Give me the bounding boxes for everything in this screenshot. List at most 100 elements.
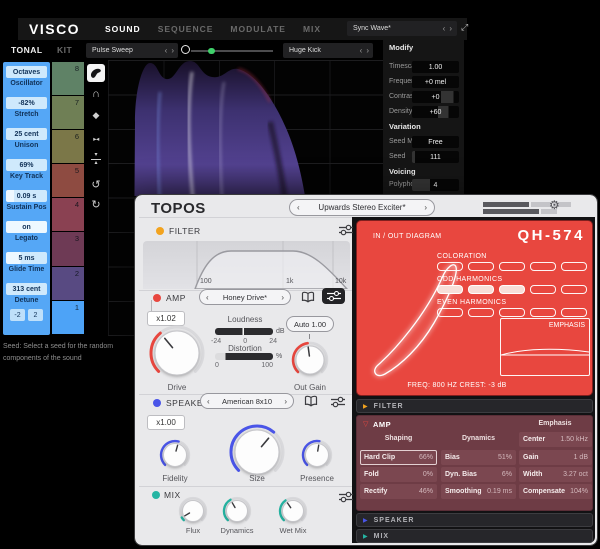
morph-slider-track[interactable] [191,50,273,52]
layer-a-prev-icon[interactable]: ‹ [163,46,170,55]
polyphony-value[interactable]: 4 [412,179,459,191]
glide-time-value[interactable]: 5 ms [6,252,47,264]
octave-up-button[interactable]: 2 [28,309,43,321]
morph-slider-handle[interactable] [181,45,190,54]
center-cell[interactable]: Center 1.50 kHz [519,432,592,447]
emphasis-display[interactable]: EMPHASIS [500,318,590,376]
distortion-slider[interactable] [215,353,273,360]
legato-value[interactable]: on [6,221,47,233]
preset-prev-icon[interactable]: ‹ [441,24,448,33]
drive-knob[interactable] [146,322,208,384]
row-8[interactable]: 8 [52,62,84,95]
flux-knob[interactable] [176,494,210,528]
filter-collapse-bar[interactable]: ▶ FILTER [356,399,593,413]
dynamics-knob[interactable] [220,494,254,528]
fold-cell[interactable]: Fold 0% [360,467,437,482]
speaker-expand-icon[interactable]: ▶ [363,517,368,524]
speaker-status-dot[interactable] [153,399,161,407]
master-preset-select[interactable]: Sync Wave* ‹ › [347,21,457,36]
odd-harmonics-meter[interactable]: ODD HARMONICS [437,276,587,294]
row-4[interactable]: 4 [52,198,84,231]
row-3[interactable]: 3 [52,232,84,265]
layer-b-prev-icon[interactable]: ‹ [358,46,365,55]
brush-tool-button[interactable] [87,64,105,82]
gear-icon[interactable]: ⚙ [549,198,560,212]
tab-tonal[interactable]: TONAL [11,45,43,55]
frequency-value[interactable]: +0 mel [412,76,459,88]
dyn-bias-cell[interactable]: Dyn. Bias 6% [441,467,516,482]
tab-kit[interactable]: KIT [57,45,72,55]
magnet-tool-icon[interactable]: ∩ [87,88,105,100]
stretch-value[interactable]: -82% [6,97,47,109]
topos-preset-select[interactable]: ‹ Upwards Stereo Exciter* › [289,199,435,216]
expand-icon[interactable]: ⤢ [461,22,468,33]
octave-down-button[interactable]: -2 [10,309,25,321]
row-5[interactable]: 5 [52,164,84,197]
unison-value[interactable]: 25 cent [6,128,47,140]
amp-mix-button[interactable] [322,288,345,304]
contrast-value[interactable]: +0 [412,91,459,103]
seed-mode-value[interactable]: Free [412,136,459,148]
amp-library-icon[interactable] [301,291,315,303]
oscillator-value[interactable]: Octaves [6,66,47,78]
key-track-value[interactable]: 69% [6,159,47,171]
sustain-pos-value[interactable]: 0.09 s [6,190,47,202]
hard-clip-cell[interactable]: Hard Clip 66% [360,450,437,465]
amp-status-dot[interactable] [153,294,161,302]
speaker-model-next-icon[interactable]: › [282,397,293,406]
filter-status-dot[interactable] [156,227,164,235]
fidelity-knob[interactable] [157,437,193,473]
wet-mix-knob[interactable] [276,494,310,528]
mix-status-dot[interactable] [152,491,160,499]
density-value[interactable]: +60 [412,106,459,118]
loudness-slider[interactable] [215,328,273,335]
speaker-model-select[interactable]: ‹ American 8x10 › [200,393,294,409]
detune-value[interactable]: 313 cent [6,283,47,295]
mix-collapse-bar[interactable]: ▶ MIX [356,529,593,543]
mix-expand-icon[interactable]: ▶ [363,533,368,540]
row-1[interactable]: 1 [52,301,84,334]
topos-preset-prev-icon[interactable]: ‹ [290,203,302,212]
tab-modulate[interactable]: MODULATE [230,24,286,34]
speaker-library-icon[interactable] [304,395,318,407]
speaker-multiplier-value[interactable]: x1.00 [147,415,185,430]
compensate-cell[interactable]: Compensate 104% [519,484,592,499]
presence-knob[interactable] [299,437,335,473]
speaker-model-prev-icon[interactable]: ‹ [201,397,212,406]
smoothing-cell[interactable]: Smoothing 0.19 ms [441,484,516,499]
horizontal-snap-icon[interactable]: ▸◂ [87,135,105,143]
row-6[interactable]: 6 [52,130,84,163]
speaker-mix-icon[interactable] [330,396,346,408]
filter-curve-display[interactable]: 100 1k 10k [143,241,350,289]
amp-collapse-icon[interactable]: ▽ [363,420,368,428]
seed-value[interactable]: 111 [412,151,459,163]
layer-b-select[interactable]: Huge Kick ‹ › [283,43,373,58]
auto-gain-button[interactable]: Auto 1.00 [286,316,334,332]
redo-icon[interactable]: ↻ [87,198,105,211]
tab-mix[interactable]: MIX [303,24,321,34]
vertical-snap-icon[interactable]: ▾ ▴ [87,153,105,166]
tab-sound[interactable]: SOUND [105,24,141,34]
speaker-collapse-bar[interactable]: ▶ SPEAKER [356,513,593,527]
amp-model-prev-icon[interactable]: ‹ [200,293,211,302]
bias-cell[interactable]: Bias 51% [441,450,516,465]
topos-preset-next-icon[interactable]: › [422,203,434,212]
even-harmonics-meter[interactable]: EVEN HARMONICS [437,299,587,317]
amp-model-next-icon[interactable]: › [279,293,290,302]
mix-mix-icon[interactable] [338,491,354,503]
rectify-cell[interactable]: Rectify 46% [360,484,437,499]
layer-a-next-icon[interactable]: › [169,46,178,55]
row-7[interactable]: 7 [52,96,84,129]
morph-position-dot[interactable] [208,48,215,55]
row-2[interactable]: 2 [52,267,84,300]
coloration-meter[interactable]: COLORATION [437,253,587,271]
tab-sequence[interactable]: SEQUENCE [158,24,214,34]
out-gain-knob[interactable] [288,338,332,382]
amp-model-select[interactable]: ‹ Honey Drive* › [199,289,291,305]
width-cell[interactable]: Width 3.27 oct [519,467,592,482]
undo-icon[interactable]: ↺ [87,178,105,191]
preset-next-icon[interactable]: › [447,24,457,33]
gain-cell[interactable]: Gain 1 dB [519,450,592,465]
eraser-tool-icon[interactable]: ◆ [87,110,105,121]
filter-expand-icon[interactable]: ▶ [363,403,368,410]
